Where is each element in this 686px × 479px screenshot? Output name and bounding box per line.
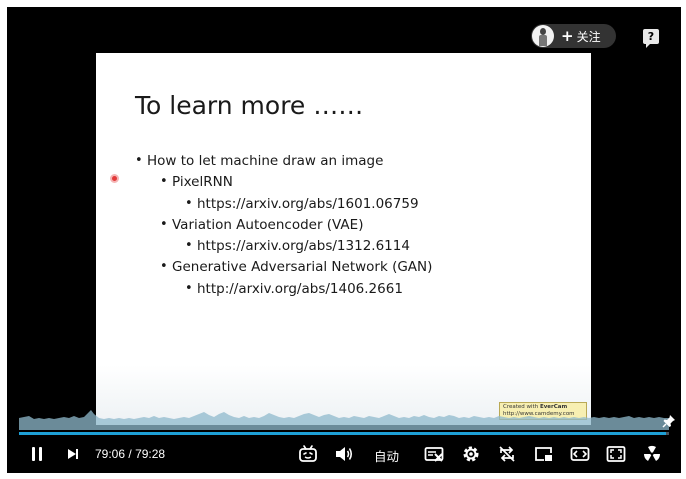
bullet-item: Generative Adversarial Network (GAN) xyxy=(160,259,432,275)
pip-button[interactable] xyxy=(533,443,555,465)
control-bar: 79:06 / 79:28 自动 xyxy=(7,443,681,467)
danmaku-off-icon xyxy=(424,447,444,462)
widescreen-icon xyxy=(570,447,590,461)
danmaku-button[interactable] xyxy=(297,443,319,465)
slide-frame: To learn more …… How to let machine draw… xyxy=(96,53,591,425)
bullet-link: https://arxiv.org/abs/1312.6114 xyxy=(185,238,410,254)
fullscreen-icon xyxy=(643,445,661,461)
slide-title: To learn more …… xyxy=(135,91,364,120)
settings-icon xyxy=(463,446,479,462)
web-fullscreen-button[interactable] xyxy=(605,443,627,465)
fullscreen-button[interactable] xyxy=(641,443,663,465)
progress-bar[interactable] xyxy=(19,432,669,435)
help-icon[interactable]: ? xyxy=(643,29,659,48)
follow-button[interactable]: + 关注 xyxy=(531,24,616,48)
loop-off-icon xyxy=(499,446,515,462)
next-button[interactable] xyxy=(64,443,82,465)
volume-icon xyxy=(336,447,353,461)
play-pause-button[interactable] xyxy=(27,443,47,465)
volume-button[interactable] xyxy=(333,443,355,465)
bullet-link: http://arxiv.org/abs/1406.2661 xyxy=(185,281,403,297)
bullet-item: PixelRNN xyxy=(160,174,233,190)
bullet-item: Variation Autoencoder (VAE) xyxy=(160,217,363,233)
time-display: 79:06 / 79:28 xyxy=(95,447,165,461)
avatar xyxy=(532,25,554,47)
web-fullscreen-icon xyxy=(606,446,626,462)
autoplay-toggle[interactable]: 自动 xyxy=(374,446,399,465)
pin-icon[interactable] xyxy=(662,414,676,428)
progress-fill xyxy=(19,432,666,435)
current-time: 79:06 xyxy=(95,447,126,461)
total-time: 79:28 xyxy=(135,447,166,461)
pointer-dot xyxy=(110,174,119,183)
danmaku-icon xyxy=(299,445,317,462)
widescreen-button[interactable] xyxy=(569,443,591,465)
video-player[interactable]: To learn more …… How to let machine draw… xyxy=(7,7,681,473)
pause-icon xyxy=(32,447,42,461)
settings-button[interactable] xyxy=(460,443,482,465)
next-icon xyxy=(68,449,78,459)
bullet-link: https://arxiv.org/abs/1601.06759 xyxy=(185,196,419,212)
time-separator: / xyxy=(128,447,132,461)
waveform-chart xyxy=(19,410,669,430)
follow-label: 关注 xyxy=(576,29,601,44)
danmaku-off-button[interactable] xyxy=(423,443,445,465)
plus-icon: + xyxy=(561,26,574,45)
loop-button[interactable] xyxy=(496,443,518,465)
pip-icon xyxy=(535,447,552,461)
bullet-item: How to let machine draw an image xyxy=(135,153,383,169)
